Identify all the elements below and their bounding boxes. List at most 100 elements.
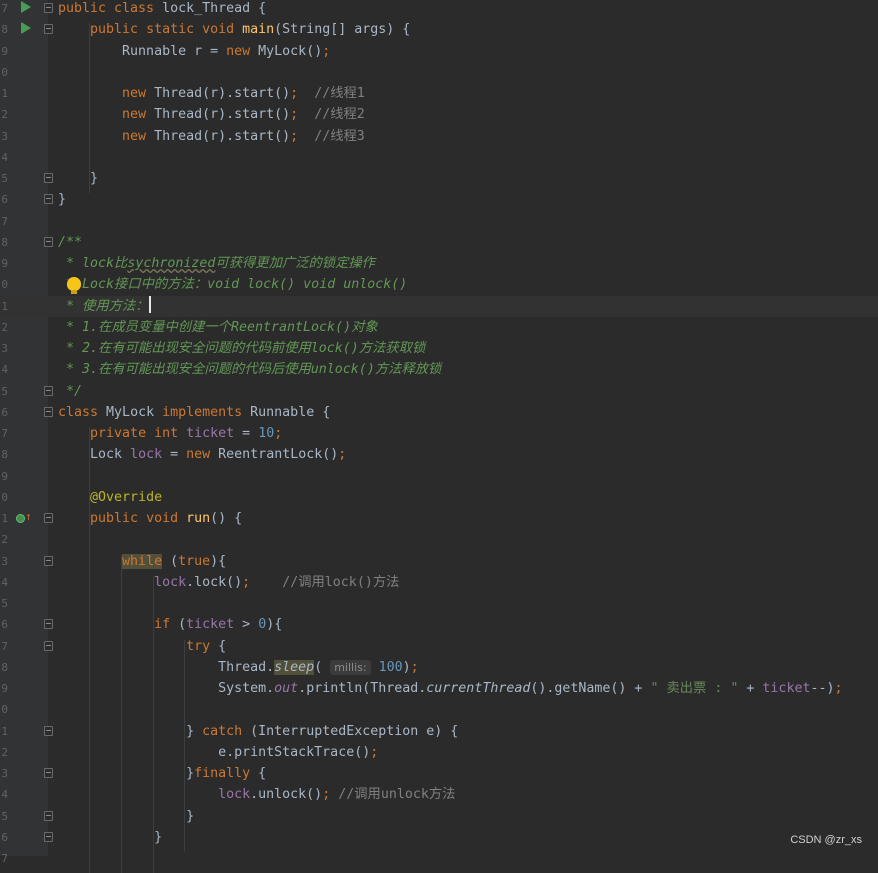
- code-line[interactable]: 7 private int ticket = 10;: [0, 423, 878, 444]
- fold-icon[interactable]: [44, 513, 53, 523]
- code-token: sleep: [274, 660, 314, 675]
- code-line[interactable]: 5 */: [0, 381, 878, 402]
- code-line[interactable]: 4 lock.lock(); //调用lock()方法: [0, 572, 878, 593]
- code-token: ;: [322, 44, 330, 59]
- code-line[interactable]: 2 new Thread(r).start(); //线程2: [0, 104, 878, 125]
- code-line[interactable]: 8 Thread.sleep( millis: 100);: [0, 657, 878, 678]
- code-line[interactable]: 8/**: [0, 232, 878, 253]
- indent-guide: [153, 576, 154, 873]
- code-line[interactable]: 6class MyLock implements Runnable {: [0, 402, 878, 423]
- code-line[interactable]: 5: [0, 593, 878, 614]
- code-line[interactable]: 3 }finally {: [0, 763, 878, 784]
- code-line[interactable]: 2: [0, 529, 878, 550]
- fold-icon[interactable]: [44, 832, 53, 842]
- implements-icon[interactable]: [16, 514, 25, 523]
- code-token: if: [154, 617, 178, 632]
- code-line[interactable]: 6}: [0, 189, 878, 210]
- code-text: class MyLock implements Runnable {: [58, 402, 330, 423]
- run-icon[interactable]: [21, 22, 31, 34]
- code-token: MyLock(): [258, 44, 322, 59]
- code-line[interactable]: 8 Lock lock = new ReentrantLock();: [0, 444, 878, 465]
- code-line[interactable]: 9 Runnable r = new MyLock();: [0, 41, 878, 62]
- code-line[interactable]: 6 }: [0, 827, 878, 848]
- code-line[interactable]: 3 while (true){: [0, 551, 878, 572]
- fold-icon[interactable]: [44, 194, 53, 204]
- code-line[interactable]: 9 * lock比sychronized可获得更加广泛的锁定操作: [0, 253, 878, 274]
- code-token: true: [178, 554, 210, 569]
- lightbulb-icon[interactable]: [67, 277, 81, 291]
- code-token: ){: [210, 554, 226, 569]
- code-token: (: [314, 660, 330, 675]
- code-token: Thread.: [58, 660, 274, 675]
- code-line[interactable]: 9: [0, 466, 878, 487]
- code-editor[interactable]: 7public class lock_Thread {8 public stat…: [0, 0, 878, 856]
- code-token: (InterruptedException e) {: [250, 724, 458, 739]
- code-text: new Thread(r).start(); //线程2: [58, 104, 365, 125]
- line-number: 2: [0, 104, 8, 125]
- fold-icon[interactable]: [44, 726, 53, 736]
- line-number: 8: [0, 232, 8, 253]
- code-line[interactable]: 5 }: [0, 168, 878, 189]
- code-text: public static void main(String[] args) {: [58, 19, 410, 40]
- code-token: }: [58, 724, 202, 739]
- fold-icon[interactable]: [44, 24, 53, 34]
- fold-icon[interactable]: [44, 173, 53, 183]
- code-text: e.printStackTrace();: [58, 742, 378, 763]
- code-line[interactable]: 3 new Thread(r).start(); //线程3: [0, 126, 878, 147]
- code-line[interactable]: 5 }: [0, 806, 878, 827]
- code-line[interactable]: 3 * 2.在有可能出现安全问题的代码前使用lock()方法获取锁: [0, 338, 878, 359]
- code-token: //线程3: [314, 129, 365, 144]
- fold-icon[interactable]: [44, 556, 53, 566]
- line-number: 8: [0, 444, 8, 465]
- code-line[interactable]: 7public class lock_Thread {: [0, 0, 878, 19]
- code-text: while (true){: [58, 551, 226, 572]
- code-line[interactable]: 6 if (ticket > 0){: [0, 614, 878, 635]
- code-line[interactable]: 0 * Lock接口中的方法：void lock() void unlock(): [0, 274, 878, 295]
- fold-icon[interactable]: [44, 386, 53, 396]
- override-arrow-icon[interactable]: ↑: [25, 511, 32, 523]
- code-line[interactable]: 7: [0, 211, 878, 232]
- code-token: [58, 490, 90, 505]
- code-line[interactable]: 7 try {: [0, 636, 878, 657]
- fold-icon[interactable]: [44, 619, 53, 629]
- code-token: [58, 107, 122, 122]
- code-line[interactable]: 4 * 3.在有可能出现安全问题的代码后使用unlock()方法释放锁: [0, 359, 878, 380]
- code-line[interactable]: 0: [0, 699, 878, 720]
- code-text: try {: [58, 636, 226, 657]
- line-number: 1: [0, 508, 8, 529]
- code-token: MyLock: [106, 405, 162, 420]
- code-line[interactable]: 2 * 1.在成员变量中创建一个ReentrantLock()对象: [0, 317, 878, 338]
- code-text: */: [58, 381, 82, 402]
- code-line[interactable]: 1↑ public void run() {: [0, 508, 878, 529]
- code-line[interactable]: 1 * 使用方法：: [0, 296, 878, 317]
- code-token: main: [242, 22, 274, 37]
- code-line[interactable]: 1 } catch (InterruptedException e) {: [0, 721, 878, 742]
- code-line[interactable]: 1 new Thread(r).start(); //线程1: [0, 83, 878, 104]
- code-token: ().getName() +: [530, 681, 650, 696]
- fold-icon[interactable]: [44, 3, 53, 13]
- code-token: ReentrantLock(): [218, 447, 338, 462]
- code-token: [58, 22, 90, 37]
- code-token: while: [122, 554, 162, 569]
- fold-icon[interactable]: [44, 811, 53, 821]
- code-token: {: [258, 766, 266, 781]
- fold-icon[interactable]: [44, 641, 53, 651]
- run-icon[interactable]: [21, 1, 31, 13]
- code-line[interactable]: 4: [0, 147, 878, 168]
- code-token: lock: [218, 787, 250, 802]
- code-token: ;: [835, 681, 843, 696]
- code-token: =: [234, 426, 258, 441]
- fold-icon[interactable]: [44, 407, 53, 417]
- fold-icon[interactable]: [44, 768, 53, 778]
- code-token: +: [738, 681, 762, 696]
- code-line[interactable]: 0 @Override: [0, 487, 878, 508]
- fold-icon[interactable]: [44, 237, 53, 247]
- code-token: public static void: [90, 22, 242, 37]
- code-line[interactable]: 0: [0, 62, 878, 83]
- code-line[interactable]: 7: [0, 848, 878, 869]
- code-line[interactable]: 8 public static void main(String[] args)…: [0, 19, 878, 40]
- code-line[interactable]: 9 System.out.println(Thread.currentThrea…: [0, 678, 878, 699]
- code-token: [58, 511, 90, 526]
- code-line[interactable]: 2 e.printStackTrace();: [0, 742, 878, 763]
- code-line[interactable]: 4 lock.unlock(); //调用unlock方法: [0, 784, 878, 805]
